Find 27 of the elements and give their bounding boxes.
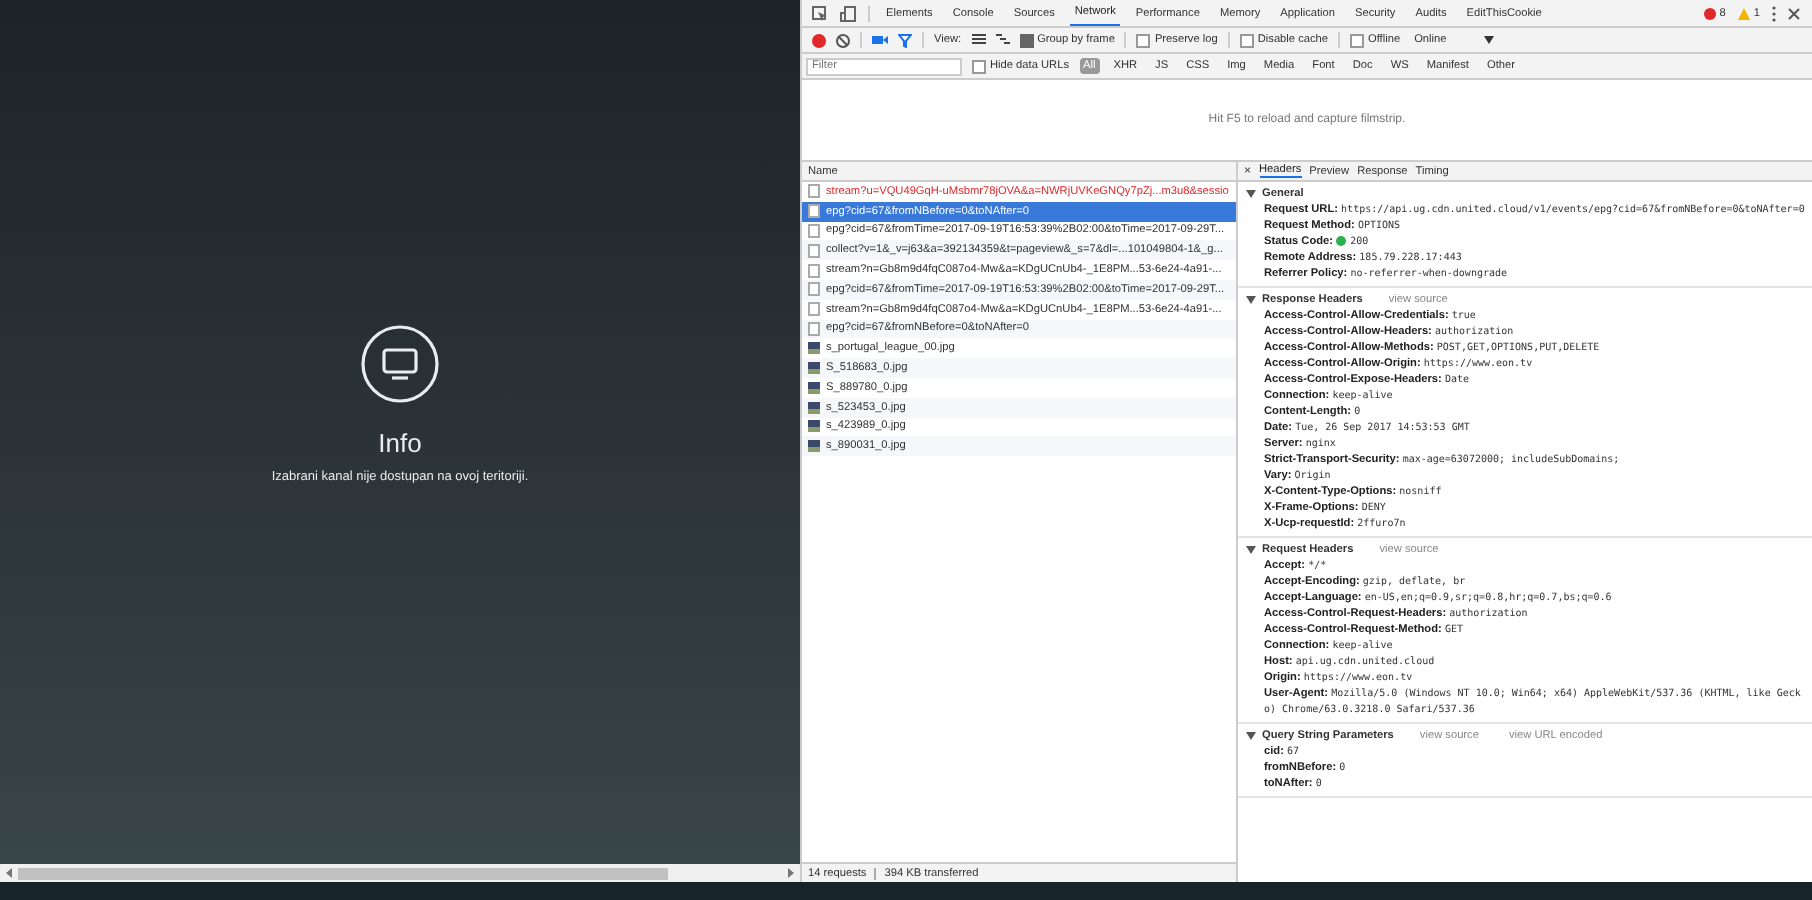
camera-icon[interactable] — [872, 34, 888, 46]
expand-triangle-icon[interactable] — [1246, 731, 1256, 739]
image-icon — [808, 401, 820, 414]
expand-triangle-icon[interactable] — [1246, 295, 1256, 303]
image-icon — [808, 440, 820, 453]
image-icon — [808, 381, 820, 394]
image-icon — [808, 420, 820, 433]
expand-triangle-icon[interactable] — [1246, 545, 1256, 553]
dropdown-caret-icon[interactable] — [1484, 36, 1495, 44]
clear-icon[interactable] — [836, 33, 850, 47]
image-icon — [808, 362, 820, 375]
warning-icon — [1737, 7, 1750, 19]
scroll-left-icon[interactable] — [4, 868, 14, 878]
scroll-right-icon[interactable] — [786, 868, 796, 878]
error-icon — [1703, 7, 1716, 19]
page-title: Info — [378, 428, 422, 458]
monitor-icon — [360, 324, 440, 404]
device-icon[interactable] — [840, 5, 856, 21]
horizontal-scrollbar[interactable] — [0, 864, 800, 882]
inspect-icon[interactable] — [812, 5, 828, 21]
image-icon — [808, 342, 820, 355]
record-icon[interactable] — [812, 33, 826, 47]
list-view-icon[interactable] — [971, 34, 986, 46]
close-icon[interactable] — [1788, 7, 1800, 19]
expand-triangle-icon[interactable] — [1246, 189, 1256, 197]
filter-icon[interactable] — [898, 33, 912, 47]
waterfall-icon[interactable] — [995, 34, 1010, 46]
